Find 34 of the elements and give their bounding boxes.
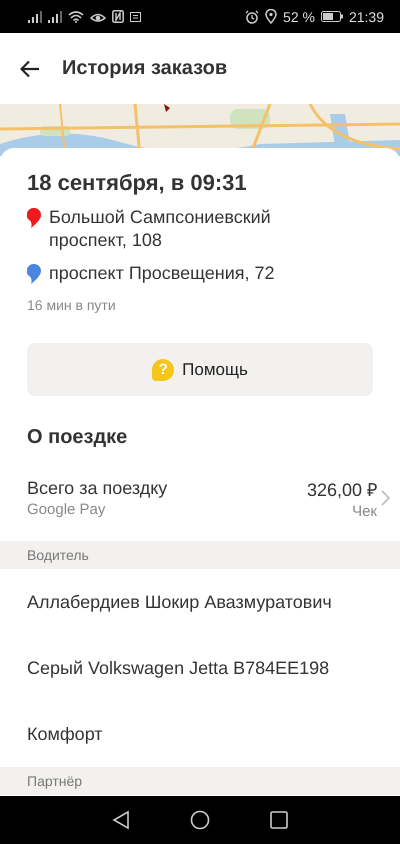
nfc-icon [112,10,124,23]
order-date: 18 сентября, в 09:31 [27,170,248,196]
eye-icon [90,10,106,22]
total-row[interactable]: Всего за поездку Google Pay 326,00 ₽ Чек [0,473,400,523]
home-icon[interactable] [190,810,210,830]
back-icon[interactable] [112,810,130,830]
location-icon [265,9,278,24]
notification-icon [130,12,141,22]
recents-icon[interactable] [270,811,288,829]
screen-title: История заказов [62,57,228,80]
wifi-icon [68,10,84,22]
chevron-icon [381,490,390,506]
section-heading: О поездке [27,426,128,449]
section-header: Партнёр [0,767,400,795]
total-label: Всего за поездку [27,478,168,499]
route-address: проспект Просвещения, 72 [49,262,275,285]
total-amount: 326,00 ₽ [306,478,377,500]
signal-icon [48,10,62,22]
battery-percent: 52 % [283,8,315,24]
battery-icon [320,11,343,22]
route-address: Большой Сампсониевский проспект, 108 [49,206,272,252]
info-row-text: Серый Volkswagen Jetta В784ЕЕ198 [26,656,330,680]
help-icon: ? [152,358,174,380]
alarm-icon [245,10,260,24]
clock-time: 21:39 [348,8,384,24]
help-button[interactable]: ? Помощь [27,343,373,396]
receipt-label: Чек [352,502,377,520]
info-row-text: Комфорт [26,722,104,746]
payment-method: Google Pay [27,501,106,518]
info-row-text: Аллабердиев Шокир Авазмуратович [26,590,333,614]
section-header: Водитель [0,541,400,569]
signal-icon [28,10,42,22]
trip-duration: 16 мин в пути [27,297,117,313]
back-arrow-icon[interactable] [20,60,40,78]
